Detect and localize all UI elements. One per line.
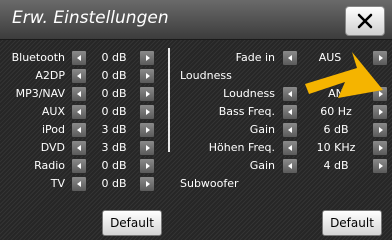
increase-button[interactable] — [372, 158, 388, 174]
subwoofer-section-header: Subwoofer — [180, 177, 239, 190]
treble-freq-row: Höhen Freq. 10 KHz — [170, 140, 392, 156]
increase-button[interactable] — [372, 140, 388, 156]
increase-button[interactable] — [139, 122, 155, 138]
treble-gain-row: Gain 4 dB — [170, 158, 392, 174]
increase-button[interactable] — [139, 176, 155, 192]
source-label: AUX — [41, 105, 65, 118]
increase-button[interactable] — [139, 158, 155, 174]
source-value: 0 dB — [101, 105, 127, 118]
decrease-button[interactable] — [282, 86, 298, 102]
loudness-section-header: Loudness — [180, 69, 232, 82]
window-title: Erw. Einstellungen — [12, 8, 169, 28]
source-value: 0 dB — [101, 69, 127, 82]
source-value: 0 dB — [101, 159, 127, 172]
source-row-mp3nav: MP3/NAV 0 dB — [0, 86, 168, 102]
default-button-right[interactable]: Default — [322, 210, 382, 236]
source-row-tv: TV 0 dB — [0, 176, 168, 192]
decrease-button[interactable] — [71, 104, 87, 120]
source-row-bluetooth: Bluetooth 0 dB — [0, 50, 168, 66]
source-row-radio: Radio 0 dB — [0, 158, 168, 174]
close-icon — [357, 13, 373, 29]
increase-button[interactable] — [372, 104, 388, 120]
loudness-label: Loudness — [223, 87, 275, 100]
increase-button[interactable] — [139, 140, 155, 156]
treble-gain-value: 4 dB — [323, 159, 349, 172]
default-button-left[interactable]: Default — [102, 210, 162, 236]
decrease-button[interactable] — [71, 140, 87, 156]
source-label: DVD — [40, 141, 65, 154]
source-value: 3 dB — [101, 141, 127, 154]
increase-button[interactable] — [372, 122, 388, 138]
source-row-ipod: iPod 3 dB — [0, 122, 168, 138]
source-label: MP3/NAV — [15, 87, 65, 100]
increase-button[interactable] — [139, 50, 155, 66]
source-value: 0 dB — [101, 51, 127, 64]
decrease-button[interactable] — [282, 158, 298, 174]
bass-freq-row: Bass Freq. 60 Hz — [170, 104, 392, 120]
close-button[interactable] — [345, 6, 385, 36]
source-value: 3 dB — [101, 123, 127, 136]
source-label: Radio — [34, 159, 65, 172]
decrease-button[interactable] — [282, 104, 298, 120]
source-row-dvd: DVD 3 dB — [0, 140, 168, 156]
bass-freq-value: 60 Hz — [320, 105, 352, 118]
treble-freq-label: Höhen Freq. — [208, 141, 275, 154]
bass-gain-value: 6 dB — [323, 123, 349, 136]
decrease-button[interactable] — [282, 50, 298, 66]
treble-gain-label: Gain — [249, 159, 275, 172]
increase-button[interactable] — [139, 68, 155, 84]
source-row-a2dp: A2DP 0 dB — [0, 68, 168, 84]
pointer-arrow-icon — [305, 52, 383, 98]
bass-gain-row: Gain 6 dB — [170, 122, 392, 138]
increase-button[interactable] — [139, 86, 155, 102]
source-value: 0 dB — [101, 87, 127, 100]
bass-gain-label: Gain — [249, 123, 275, 136]
source-label: A2DP — [35, 69, 65, 82]
fade-in-label: Fade in — [235, 51, 275, 64]
source-label: Bluetooth — [11, 51, 65, 64]
source-label: TV — [50, 177, 65, 190]
decrease-button[interactable] — [282, 122, 298, 138]
decrease-button[interactable] — [71, 86, 87, 102]
source-label: iPod — [41, 123, 65, 136]
bass-freq-label: Bass Freq. — [218, 105, 275, 118]
decrease-button[interactable] — [71, 158, 87, 174]
decrease-button[interactable] — [71, 68, 87, 84]
source-row-aux: AUX 0 dB — [0, 104, 168, 120]
decrease-button[interactable] — [282, 140, 298, 156]
increase-button[interactable] — [139, 104, 155, 120]
decrease-button[interactable] — [71, 50, 87, 66]
treble-freq-value: 10 KHz — [316, 141, 356, 154]
source-value: 0 dB — [101, 177, 127, 190]
decrease-button[interactable] — [71, 176, 87, 192]
decrease-button[interactable] — [71, 122, 87, 138]
title-bar: Erw. Einstellungen — [0, 0, 392, 40]
